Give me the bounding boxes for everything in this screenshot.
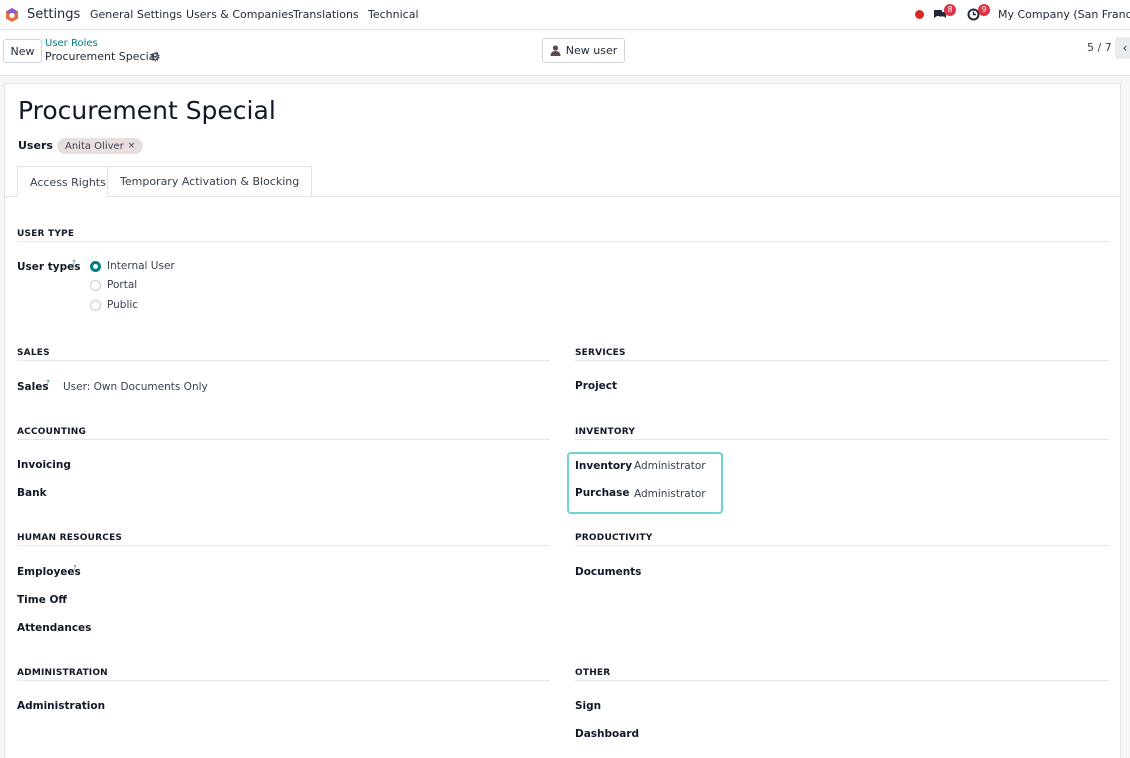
help-tooltip-icon[interactable]: ? <box>73 564 77 572</box>
help-tooltip-icon[interactable]: ? <box>72 259 76 267</box>
pager-previous-button[interactable]: ‹ <box>1115 37 1130 59</box>
gear-icon[interactable]: ⚙ <box>150 50 161 64</box>
section-divider <box>17 360 550 361</box>
section-title-sales: SALES <box>17 348 50 358</box>
tab-temporary-activation[interactable]: Temporary Activation & Blocking <box>107 166 313 197</box>
section-divider <box>575 439 1109 440</box>
form-sheet: Procurement Special Users Anita Oliver ×… <box>4 83 1121 758</box>
status-dot-icon[interactable] <box>915 10 924 19</box>
user-types-label: User types <box>17 261 81 273</box>
section-title-inventory: INVENTORY <box>575 427 636 437</box>
top-navbar: Settings General Settings Users & Compan… <box>0 0 1130 30</box>
field-label-invoicing: Invoicing <box>17 459 71 471</box>
user-tag[interactable]: Anita Oliver × <box>57 138 144 154</box>
field-label-sales: Sales <box>17 381 49 393</box>
menu-translations[interactable]: Translations <box>293 8 359 21</box>
section-title-productivity: PRODUCTIVITY <box>575 533 653 543</box>
field-label-time-off: Time Off <box>17 594 67 606</box>
section-divider <box>17 241 1109 242</box>
new-user-label: New user <box>565 44 618 57</box>
field-value-sales[interactable]: User: Own Documents Only <box>63 381 208 393</box>
radio-unchecked-icon <box>90 279 101 291</box>
section-divider <box>17 545 550 546</box>
field-label-documents: Documents <box>575 566 642 578</box>
radio-unchecked-icon <box>90 299 101 311</box>
activities-button[interactable]: 9 <box>967 4 990 24</box>
breadcrumb-current: Procurement Special <box>45 50 159 63</box>
radio-checked-icon <box>90 260 101 272</box>
app-logo-icon[interactable] <box>5 8 19 22</box>
radio-internal-user[interactable]: Internal User <box>90 260 175 272</box>
field-label-employees: Employees <box>17 566 81 578</box>
company-switcher[interactable]: My Company (San Francisco) <box>998 8 1130 21</box>
users-field-label: Users <box>18 139 53 152</box>
menu-users-companies[interactable]: Users & Companies <box>186 8 294 21</box>
section-divider <box>17 680 550 681</box>
new-user-button[interactable]: New user <box>542 38 625 63</box>
section-title-other: OTHER <box>575 668 611 678</box>
section-title-accounting: ACCOUNTING <box>17 427 87 437</box>
chevron-left-icon: ‹ <box>1122 41 1128 55</box>
pager-value[interactable]: 5 / 7 <box>1087 41 1112 54</box>
messages-button[interactable]: 8 <box>933 4 956 24</box>
radio-label: Public <box>107 299 139 311</box>
remove-tag-icon[interactable]: × <box>128 141 136 151</box>
field-label-sign: Sign <box>575 700 602 712</box>
field-value-inventory[interactable]: Administrator <box>634 460 706 472</box>
notebook-tabs: Access Rights Temporary Activation & Blo… <box>5 166 1120 198</box>
field-label-dashboard: Dashboard <box>575 728 640 740</box>
app-name[interactable]: Settings <box>27 7 80 22</box>
radio-portal[interactable]: Portal <box>90 279 137 291</box>
radio-public[interactable]: Public <box>90 299 138 311</box>
control-panel: New User Roles Procurement Special ⚙ New… <box>0 31 1130 76</box>
menu-general-settings[interactable]: General Settings <box>90 8 182 21</box>
field-label-administration: Administration <box>17 700 106 712</box>
section-divider <box>575 680 1109 681</box>
tab-access-rights[interactable]: Access Rights <box>17 166 119 198</box>
field-label-inventory: Inventory <box>575 460 633 472</box>
radio-label: Internal User <box>107 260 175 272</box>
user-tag-label: Anita Oliver <box>65 140 124 152</box>
help-tooltip-icon[interactable]: ? <box>46 379 50 387</box>
new-button[interactable]: New <box>3 39 42 63</box>
user-icon <box>550 45 561 56</box>
page-title[interactable]: Procurement Special <box>18 96 276 125</box>
section-title-user-type: USER TYPE <box>17 229 75 239</box>
field-label-bank: Bank <box>17 487 47 499</box>
section-divider <box>575 360 1109 361</box>
field-label-attendances: Attendances <box>17 622 92 634</box>
section-divider <box>575 545 1109 546</box>
menu-technical[interactable]: Technical <box>368 8 419 21</box>
field-label-project: Project <box>575 380 618 392</box>
radio-label: Portal <box>107 279 138 291</box>
activities-count-badge: 9 <box>978 4 990 16</box>
field-label-purchase: Purchase <box>575 487 630 499</box>
section-divider <box>17 439 550 440</box>
messages-count-badge: 8 <box>944 4 956 16</box>
breadcrumb-user-roles[interactable]: User Roles <box>45 38 98 49</box>
field-value-purchase[interactable]: Administrator <box>634 488 706 500</box>
section-title-administration: ADMINISTRATION <box>17 668 108 678</box>
section-title-services: SERVICES <box>575 348 626 358</box>
section-title-hr: HUMAN RESOURCES <box>17 533 123 543</box>
